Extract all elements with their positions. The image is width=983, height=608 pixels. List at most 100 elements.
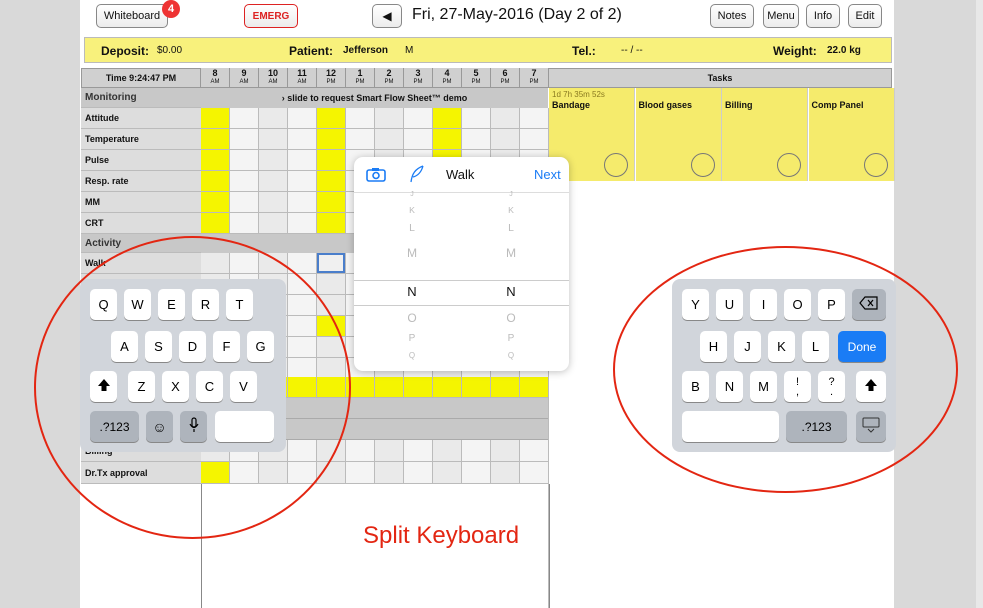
grid-cell[interactable] xyxy=(317,171,346,192)
grid-cell[interactable] xyxy=(404,440,433,462)
grid-cell[interactable] xyxy=(462,108,491,129)
picker-letter: J xyxy=(410,191,414,198)
info-button[interactable]: Info xyxy=(806,4,840,28)
tel-label: Tel.: xyxy=(572,44,596,58)
grid-cell[interactable] xyxy=(375,108,404,129)
grid-cell[interactable] xyxy=(346,129,375,150)
task-card[interactable]: Blood gases xyxy=(635,88,722,181)
grid-cell[interactable] xyxy=(230,150,259,171)
grid-cell[interactable] xyxy=(491,108,520,129)
grid-cell[interactable] xyxy=(462,377,491,398)
task-complete-checkbox[interactable] xyxy=(777,153,801,177)
grid-cell[interactable] xyxy=(317,274,346,295)
grid-cell[interactable] xyxy=(230,171,259,192)
grid-cell[interactable] xyxy=(491,129,520,150)
grid-cell[interactable] xyxy=(404,129,433,150)
task-complete-checkbox[interactable] xyxy=(863,153,888,177)
task-complete-checkbox[interactable] xyxy=(690,153,715,177)
grid-cell[interactable] xyxy=(375,440,404,462)
slide-to-request-banner[interactable]: › slide to request Smart Flow Sheet™ dem… xyxy=(201,88,548,108)
grid-cell[interactable] xyxy=(259,108,288,129)
task-card[interactable]: Comp Panel xyxy=(808,88,895,181)
grid-cell[interactable] xyxy=(520,108,549,129)
grid-cell[interactable] xyxy=(259,129,288,150)
camera-icon[interactable] xyxy=(366,167,386,182)
grid-cell[interactable] xyxy=(259,192,288,213)
grid-cell[interactable] xyxy=(317,150,346,171)
letter-picker-wheels[interactable]: JKLMNOPQJKLMNOPQ xyxy=(354,191,569,371)
grid-cell[interactable] xyxy=(317,129,346,150)
grid-cell[interactable] xyxy=(201,213,230,234)
quill-pen-icon[interactable] xyxy=(409,165,425,183)
grid-cell[interactable] xyxy=(317,108,346,129)
grid-cell[interactable] xyxy=(230,129,259,150)
task-complete-checkbox[interactable] xyxy=(604,153,628,177)
task-timer xyxy=(725,90,804,100)
grid-cell[interactable] xyxy=(520,377,549,398)
grid-cell[interactable] xyxy=(201,192,230,213)
grid-cell[interactable] xyxy=(346,108,375,129)
picker-letter: Q xyxy=(507,351,515,360)
window-edge xyxy=(976,0,983,608)
grid-cell[interactable] xyxy=(375,129,404,150)
picker-letter: L xyxy=(409,223,415,234)
grid-cell[interactable] xyxy=(433,129,462,150)
tel-value: -- / -- xyxy=(621,45,643,56)
weight-label: Weight: xyxy=(773,44,817,58)
task-timer xyxy=(639,90,718,100)
grid-cell[interactable] xyxy=(317,192,346,213)
grid-cell[interactable] xyxy=(288,192,317,213)
grid-divider xyxy=(520,484,521,608)
grid-cell[interactable] xyxy=(491,440,520,462)
grid-cell[interactable] xyxy=(259,171,288,192)
grid-cell[interactable] xyxy=(201,108,230,129)
grid-cell[interactable] xyxy=(288,108,317,129)
grid-cell[interactable] xyxy=(288,150,317,171)
grid-cell[interactable] xyxy=(230,213,259,234)
grid-cell[interactable] xyxy=(462,462,491,484)
picker-header: Walk Next xyxy=(354,157,569,193)
split-keyboard-caption: Split Keyboard xyxy=(363,522,520,549)
picker-letter: K xyxy=(508,205,514,215)
grid-cell[interactable] xyxy=(404,377,433,398)
task-card[interactable]: Billing xyxy=(722,88,808,181)
grid-cell[interactable] xyxy=(346,462,375,484)
menu-button[interactable]: Menu xyxy=(763,4,799,28)
grid-cell[interactable] xyxy=(259,213,288,234)
grid-cell[interactable] xyxy=(491,377,520,398)
grid-cell[interactable] xyxy=(375,462,404,484)
grid-cell[interactable] xyxy=(288,171,317,192)
grid-cell[interactable] xyxy=(462,129,491,150)
grid-cell[interactable] xyxy=(201,150,230,171)
grid-cell[interactable] xyxy=(317,213,346,234)
picker-next-button[interactable]: Next xyxy=(534,167,561,182)
picker-selection-top-line xyxy=(354,280,569,281)
grid-cell[interactable] xyxy=(375,377,404,398)
grid-cell[interactable] xyxy=(433,462,462,484)
grid-cell[interactable] xyxy=(201,129,230,150)
selected-walk-cell[interactable] xyxy=(317,253,345,273)
grid-cell[interactable] xyxy=(288,129,317,150)
notes-button[interactable]: Notes xyxy=(710,4,754,28)
picker-title: Walk xyxy=(446,167,475,182)
grid-cell[interactable] xyxy=(346,440,375,462)
grid-divider xyxy=(317,484,318,608)
edit-button[interactable]: Edit xyxy=(848,4,882,28)
grid-cell[interactable] xyxy=(230,108,259,129)
grid-cell[interactable] xyxy=(433,440,462,462)
grid-cell[interactable] xyxy=(404,462,433,484)
grid-cell[interactable] xyxy=(491,462,520,484)
grid-cell[interactable] xyxy=(230,192,259,213)
grid-cell[interactable] xyxy=(520,440,549,462)
grid-divider xyxy=(549,484,550,608)
grid-cell[interactable] xyxy=(433,377,462,398)
grid-cell[interactable] xyxy=(259,150,288,171)
grid-cell[interactable] xyxy=(288,213,317,234)
grid-cell[interactable] xyxy=(520,462,549,484)
picker-letter: M xyxy=(406,246,418,260)
grid-cell[interactable] xyxy=(462,440,491,462)
grid-cell[interactable] xyxy=(520,129,549,150)
grid-cell[interactable] xyxy=(201,171,230,192)
grid-cell[interactable] xyxy=(433,108,462,129)
grid-cell[interactable] xyxy=(404,108,433,129)
